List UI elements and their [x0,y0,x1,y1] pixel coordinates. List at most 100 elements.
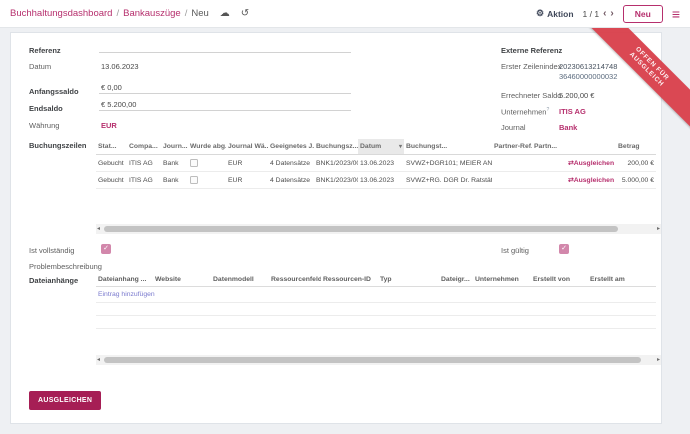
col-partner[interactable]: Partn... [532,139,566,155]
add-entry-link[interactable]: Eintrag hinzufügen [98,291,155,298]
gear-icon: ⚙ [536,8,544,19]
col-currency[interactable]: Journal Wä... [226,139,268,155]
col-datum-sorted[interactable]: Datum▾ [358,139,404,155]
breadcrumb-dashboard-link[interactable]: Buchhaltungsdashboard [10,8,112,19]
col-journal[interactable]: Journ... [161,139,188,155]
form-content: OFFEN FÜR AUSGLEICH Referenz Datum 13.06… [0,28,690,434]
col-ressourcenfeld[interactable]: Ressourcenfeld [269,273,321,287]
cell-abgeglichen [188,155,226,172]
sort-caret-icon: ▾ [399,143,402,150]
cell-status: Gebucht [96,172,127,189]
form-sheet: Referenz Datum 13.06.2023 Anfangssaldo €… [10,32,662,424]
col-buchungszeile[interactable]: Buchungsz... [314,139,358,155]
empty-attachment-row [96,303,656,316]
cell-betrag: 200,00 € [616,155,656,172]
statement-line-row[interactable]: Gebucht ITIS AG Bank EUR 4 Datensätze BN… [96,172,656,189]
cloud-save-icon[interactable]: ☁ [220,8,230,19]
scroll-right-icon[interactable]: ▸ [657,356,660,363]
topbar: Buchhaltungsdashboard / Bankauszüge / Ne… [0,0,690,28]
col-status[interactable]: Stat... [96,139,127,155]
zeilenindex-label: Erster Zeilenindex [501,62,561,71]
journal-link[interactable]: Bank [559,123,577,132]
dateianhaenge-table: Dateianhang ... Website Datenmodell Ress… [96,273,656,329]
datum-label: Datum [29,62,51,71]
cell-action: ⇄Ausgleichen [566,155,616,172]
ausgleichen-button[interactable]: AUSGLEICHEN [29,391,101,410]
anfangssaldo-input[interactable]: € 0,00 [99,83,351,94]
undo-icon[interactable]: ↺ [241,8,249,19]
ist-gueltig-checkbox[interactable]: ✓ [559,244,569,254]
statement-line-row[interactable]: Gebucht ITIS AG Bank EUR 4 Datensätze BN… [96,155,656,172]
col-datenmodell[interactable]: Datenmodell [211,273,269,287]
col-website[interactable]: Website [153,273,211,287]
help-marker: ? [546,107,549,113]
col-geeignet[interactable]: Geeignetes J... [268,139,314,155]
ist-gueltig-label: Ist gültig [501,246,529,255]
col-abgeglichen[interactable]: Wurde abg... [188,139,226,155]
col-action [566,139,616,155]
lines-table-scrollbar[interactable]: ◂ ▸ [96,224,661,234]
abgeglichen-checkbox[interactable] [190,176,198,184]
col-buchungstext[interactable]: Buchungst... [404,139,492,155]
attachments-table-scrollbar[interactable]: ◂ ▸ [96,355,661,365]
ist-vollstaendig-label: Ist vollständig [29,246,74,255]
col-betrag[interactable]: Betrag [616,139,656,155]
endsaldo-input[interactable]: € 5.200,00 [99,100,351,111]
scrollbar-thumb[interactable] [104,226,618,232]
col-typ[interactable]: Typ [378,273,439,287]
waehrung-label: Währung [29,121,59,130]
col-dateianhang[interactable]: Dateianhang ... [96,273,153,287]
cell-geeignet: 4 Datensätze [268,155,314,172]
pager-next-icon[interactable]: › [610,10,613,18]
cell-buchungstext: SVWZ+RG. DGR Dr. Ratstätter Gr [404,172,492,189]
scroll-left-icon[interactable]: ◂ [97,225,100,232]
ist-vollstaendig-checkbox[interactable]: ✓ [101,244,111,254]
ausgleichen-row-button[interactable]: ⇄Ausgleichen [568,160,614,167]
hamburger-menu-icon[interactable]: ≡ [672,9,680,19]
cell-abgeglichen [188,172,226,189]
add-entry-row: Eintrag hinzufügen [96,287,656,303]
col-erstellt-von[interactable]: Erstellt von [531,273,588,287]
new-record-button[interactable]: Neu [623,5,663,23]
col-unternehmen[interactable]: Unternehmen [473,273,531,287]
journal-label: Journal [501,123,526,132]
datum-input[interactable]: 13.06.2023 [101,62,139,71]
unternehmen-link[interactable]: ITIS AG [559,107,586,116]
breadcrumb-statements-link[interactable]: Bankauszüge [123,8,181,19]
abgeglichen-checkbox[interactable] [190,159,198,167]
empty-attachment-row [96,316,656,329]
cell-currency: EUR [226,155,268,172]
pager-prev-icon[interactable]: ‹ [603,10,606,18]
scrollbar-thumb[interactable] [104,357,641,363]
breadcrumb-current: Neu [191,8,208,19]
cell-company: ITIS AG [127,155,161,172]
col-erstellt-am[interactable]: Erstellt am [588,273,656,287]
lines-header-row: Stat... Compa... Journ... Wurde abg... J… [96,139,656,155]
col-company[interactable]: Compa... [127,139,161,155]
pager-count: 1 / 1 [583,9,600,19]
breadcrumb-separator: / [185,8,188,19]
dateianhaenge-label: Dateianhänge [29,276,78,285]
errechneter-saldo-label: Errechneter Saldo [501,91,561,100]
anfangssaldo-label: Anfangssaldo [29,87,79,96]
col-dateigroesse[interactable]: Dateigr... [439,273,473,287]
action-menu-label: Aktion [547,9,573,19]
cell-geeignet: 4 Datensätze [268,172,314,189]
cell-betrag: 5.000,00 € [616,172,656,189]
ausgleichen-row-button[interactable]: ⇄Ausgleichen [568,177,614,184]
cell-datum: 13.06.2023 [358,155,404,172]
cell-partner [532,155,566,172]
col-partner-ref[interactable]: Partner-Ref... [492,139,532,155]
waehrung-link[interactable]: EUR [101,121,117,130]
cell-buchungszeile: BNK1/2023/00 [314,155,358,172]
scroll-right-icon[interactable]: ▸ [657,225,660,232]
cell-partner [532,172,566,189]
scroll-left-icon[interactable]: ◂ [97,356,100,363]
cell-journal: Bank [161,155,188,172]
action-menu-button[interactable]: ⚙ Aktion [536,8,574,19]
problembeschreibung-label: Problembeschreibung [29,262,102,271]
cell-partner-ref [492,155,532,172]
referenz-input[interactable] [99,42,351,53]
zeilenindex-value-line1[interactable]: 20230613214748 [559,62,617,71]
col-ressourcen-id[interactable]: Ressourcen-ID [321,273,378,287]
